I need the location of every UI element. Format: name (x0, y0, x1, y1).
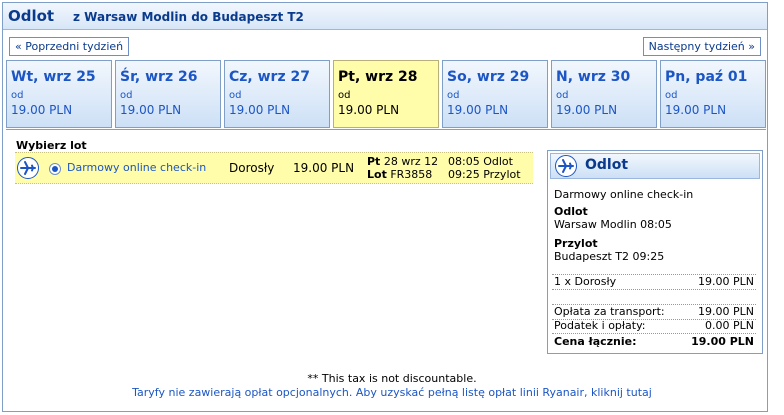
transport-fee-label: Opłata za transport: (554, 305, 665, 318)
date-tab-label: Śr, wrz 26 (120, 69, 198, 85)
date-tab-label: Pn, paź 01 (665, 69, 748, 85)
summary-passenger-row: 1 x Dorosły 19.00 PLN (552, 274, 756, 290)
summary-fare: Darmowy online check-in (554, 188, 694, 201)
date-tab-price: 19.00 PLN (556, 103, 618, 117)
date-tab-wrz-30[interactable]: N, wrz 30 od 19.00 PLN (551, 60, 657, 128)
summary-departure-value: Warsaw Modlin 08:05 (554, 218, 672, 231)
flight-times: 08:05 Odlot 09:25 Przylot (448, 155, 521, 181)
date-tab-paz-01[interactable]: Pn, paź 01 od 19.00 PLN (660, 60, 766, 128)
tax-value: 0.00 PLN (705, 319, 754, 332)
flight-radio-button[interactable] (49, 163, 61, 175)
date-tab-from: od (447, 90, 460, 101)
summary-header: Odlot (550, 153, 760, 179)
select-flight-heading: Wybierz lot (16, 139, 87, 152)
page-title: Odlot (8, 7, 55, 25)
flight-selection-panel: Odlot z Warsaw Modlin do Budapeszt T2 « … (2, 2, 768, 412)
next-week-button[interactable]: Następny tydzień » (642, 37, 761, 56)
fees-info-link[interactable]: Taryfy nie zawierają opłat opcjonalnych.… (0, 386, 784, 399)
date-tab-wrz-28[interactable]: Pt, wrz 28 od 19.00 PLN (333, 60, 439, 128)
date-tab-price: 19.00 PLN (229, 103, 291, 117)
date-tab-label: Cz, wrz 27 (229, 69, 310, 85)
date-tab-wrz-29[interactable]: So, wrz 29 od 19.00 PLN (442, 60, 548, 128)
date-tab-from: od (556, 90, 569, 101)
summary-transport-row: Opłata za transport: 19.00 PLN (552, 304, 756, 320)
plane-icon (555, 155, 577, 177)
date-tab-from: od (120, 90, 133, 101)
passenger-count-label: 1 x Dorosły (554, 275, 617, 288)
flight-date: 28 wrz 12 (383, 155, 439, 168)
date-tab-label: N, wrz 30 (556, 69, 631, 85)
date-tabs: Wt, wrz 25 od 19.00 PLN Śr, wrz 26 od 19… (6, 60, 766, 128)
summary-title: Odlot (585, 157, 629, 173)
fare-type-link[interactable]: Darmowy online check-in (67, 161, 206, 174)
date-tab-label: Pt, wrz 28 (338, 69, 418, 85)
transport-fee-value: 19.00 PLN (698, 305, 754, 318)
date-tab-wrz-27[interactable]: Cz, wrz 27 od 19.00 PLN (224, 60, 330, 128)
date-tab-from: od (11, 90, 24, 101)
passenger-price: 19.00 PLN (698, 275, 754, 288)
panel-header: Odlot z Warsaw Modlin do Budapeszt T2 (3, 3, 767, 30)
departure-time: 08:05 Odlot (448, 155, 513, 168)
date-tab-wrz-26[interactable]: Śr, wrz 26 od 19.00 PLN (115, 60, 221, 128)
date-tab-price: 19.00 PLN (447, 103, 509, 117)
flight-label: Lot (367, 168, 387, 181)
date-tab-from: od (665, 90, 678, 101)
date-tab-wrz-25[interactable]: Wt, wrz 25 od 19.00 PLN (6, 60, 112, 128)
date-tab-price: 19.00 PLN (665, 103, 727, 117)
arrival-time: 09:25 Przylot (448, 168, 521, 181)
date-tab-label: So, wrz 29 (447, 69, 530, 85)
date-tab-price: 19.00 PLN (338, 103, 400, 117)
tax-label: Podatek i opłaty: (554, 319, 646, 332)
summary-tax-row: Podatek i opłaty: 0.00 PLN (552, 319, 756, 334)
total-label: Cena łącznie: (554, 335, 637, 348)
plane-icon (17, 157, 39, 179)
passenger-type: Dorosły (229, 161, 275, 175)
divider (6, 129, 766, 130)
flight-option-row[interactable]: Darmowy online check-in Dorosły 19.00 PL… (15, 152, 533, 184)
day-label: Pt (367, 155, 381, 168)
summary-arrival-value: Budapeszt T2 09:25 (554, 250, 665, 263)
summary-departure-label: Odlot (554, 205, 588, 218)
tax-note: ** This tax is not discountable. (307, 372, 477, 385)
summary-total-row: Cena łącznie: 19.00 PLN (552, 335, 756, 349)
date-tab-from: od (338, 90, 351, 101)
previous-week-button[interactable]: « Poprzedni tydzień (9, 37, 130, 56)
total-value: 19.00 PLN (691, 335, 754, 348)
date-tab-price: 19.00 PLN (120, 103, 182, 117)
flight-details: Pt 28 wrz 12 Lot FR3858 (367, 155, 438, 181)
summary-arrival-label: Przylot (554, 237, 598, 250)
date-tab-from: od (229, 90, 242, 101)
flight-number: FR3858 (390, 168, 433, 181)
route-title: z Warsaw Modlin do Budapeszt T2 (73, 10, 304, 24)
summary-box: Odlot Darmowy online check-in Odlot Wars… (547, 150, 763, 354)
date-tab-label: Wt, wrz 25 (11, 69, 96, 85)
date-tab-price: 19.00 PLN (11, 103, 73, 117)
flight-price: 19.00 PLN (293, 161, 355, 175)
